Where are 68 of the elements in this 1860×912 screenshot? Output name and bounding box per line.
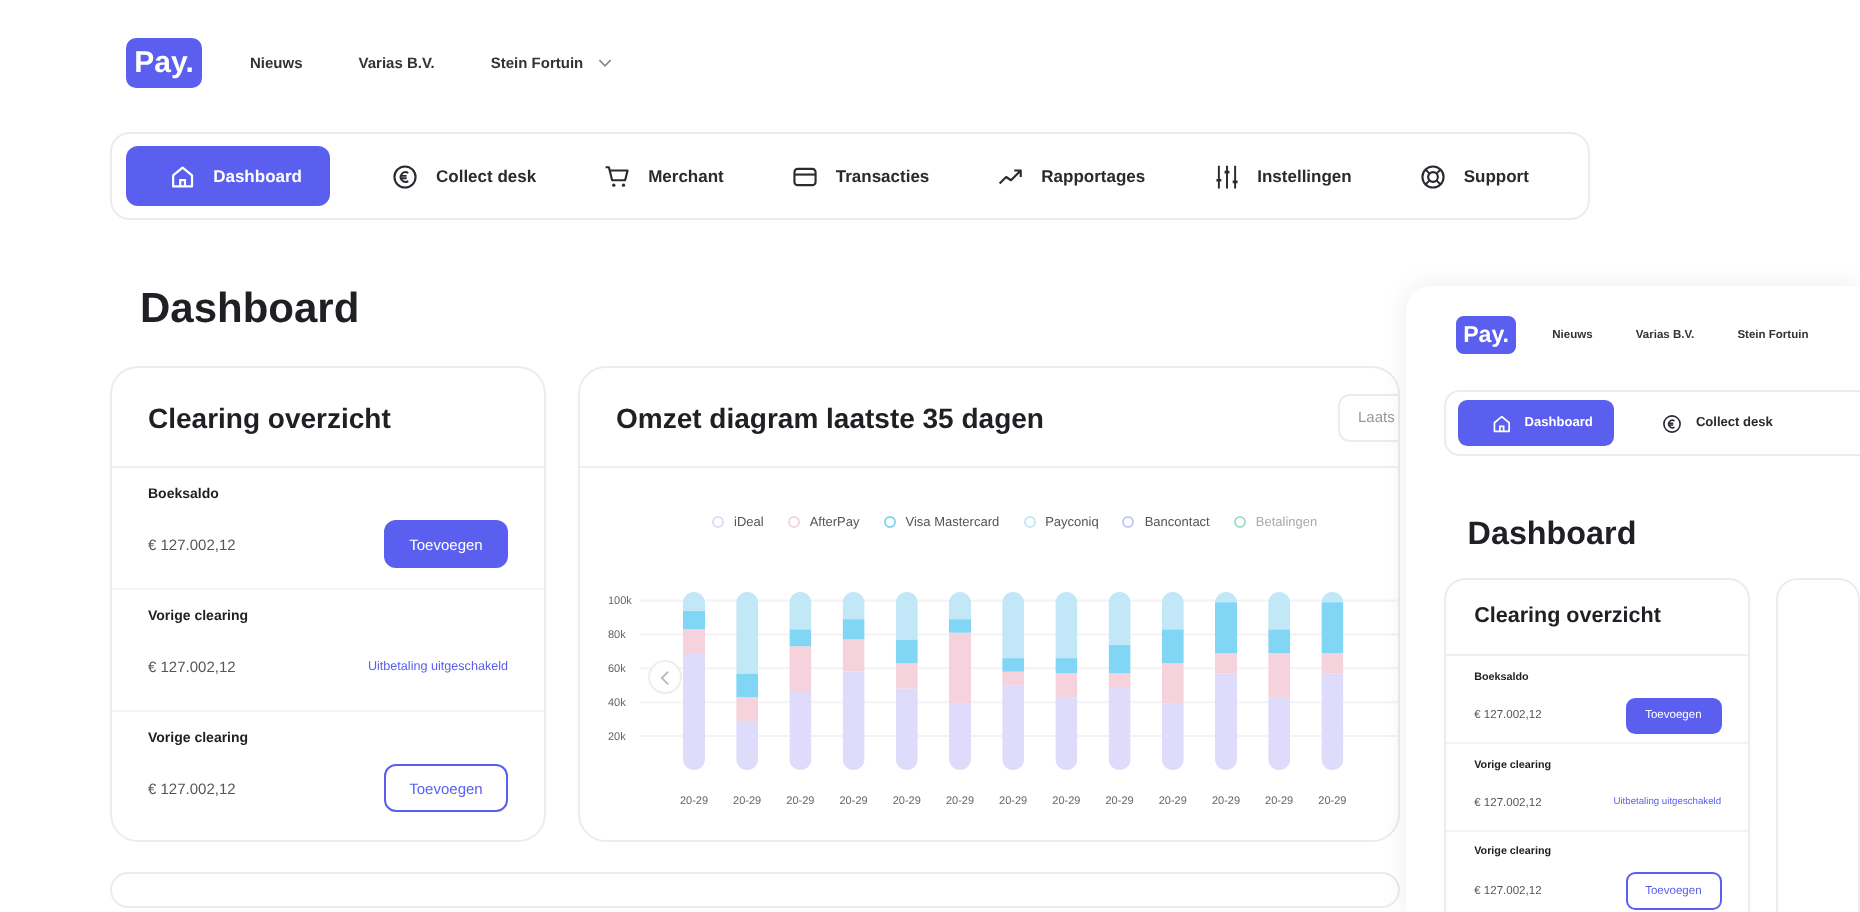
- bar: [1055, 673, 1078, 698]
- home-icon: [170, 163, 196, 189]
- bar: [1321, 653, 1344, 674]
- nav-tab[interactable]: Rapportages: [975, 146, 1168, 206]
- cart-icon: [604, 163, 631, 189]
- nav-tab[interactable]: Transacties: [769, 146, 952, 206]
- bar: [1268, 629, 1291, 654]
- bar: [1002, 658, 1025, 672]
- sliders-icon: [1213, 163, 1240, 189]
- bar: [1108, 644, 1131, 674]
- nav-tab[interactable]: Collect desk: [370, 146, 559, 206]
- bar: [1321, 602, 1344, 654]
- bar: [1161, 629, 1184, 664]
- trend-icon: [997, 163, 1024, 189]
- bar: [736, 592, 759, 674]
- bar: [842, 639, 865, 672]
- bar: [683, 653, 705, 770]
- logo[interactable]: Pay.: [126, 37, 202, 87]
- bar: [1108, 686, 1131, 770]
- bar: [1268, 697, 1291, 770]
- euro-icon: [392, 163, 418, 189]
- chevron-left-icon: [660, 669, 670, 685]
- previous-button[interactable]: [648, 660, 682, 694]
- nav-tab[interactable]: Instellingen: [1191, 146, 1374, 206]
- card-title: Omzet diagram laatste 35 dagen: [616, 401, 1044, 433]
- bar: [895, 639, 918, 664]
- page-title: Dashboard: [1467, 515, 1639, 550]
- bar: [1002, 685, 1025, 770]
- bar: [1002, 671, 1025, 686]
- bar: [736, 673, 759, 698]
- logo[interactable]: Pay.: [1456, 316, 1516, 355]
- bar: [683, 629, 705, 654]
- bar: [1161, 663, 1184, 704]
- bar: [1055, 592, 1078, 659]
- bar: [1268, 653, 1291, 698]
- bar: [1215, 673, 1237, 770]
- nav-tab[interactable]: Dashboard: [126, 146, 330, 206]
- bar: [1108, 592, 1131, 645]
- bar: [1215, 653, 1237, 674]
- chevron-down-icon: [597, 57, 612, 67]
- bar: [842, 619, 865, 640]
- bar: [842, 671, 865, 770]
- support-icon: [1419, 163, 1446, 189]
- nav-tab[interactable]: Support: [1397, 146, 1551, 206]
- bar: [789, 692, 812, 770]
- card-icon: [791, 163, 818, 189]
- home-icon: [1491, 413, 1511, 434]
- bar: [1055, 697, 1078, 770]
- bar: [736, 697, 759, 721]
- bar: [683, 610, 705, 630]
- bar: [1108, 673, 1131, 687]
- nav-tab[interactable]: Merchant: [582, 146, 746, 206]
- bar: [949, 703, 971, 770]
- bar: [895, 688, 918, 770]
- bar: [949, 632, 971, 704]
- bar: [1321, 673, 1344, 770]
- bar: [1002, 592, 1025, 659]
- bar: [949, 619, 971, 633]
- card-title: Clearing overzicht: [148, 401, 391, 433]
- bar: [1161, 703, 1184, 770]
- page-title: Dashboard: [140, 286, 362, 330]
- bar: [1215, 602, 1237, 654]
- card-title: Clearing overzicht: [1474, 604, 1661, 629]
- bar: [789, 646, 812, 693]
- bar: [789, 629, 812, 647]
- bar: [895, 663, 918, 689]
- euro-icon: [1662, 413, 1683, 434]
- bar: [1055, 658, 1078, 674]
